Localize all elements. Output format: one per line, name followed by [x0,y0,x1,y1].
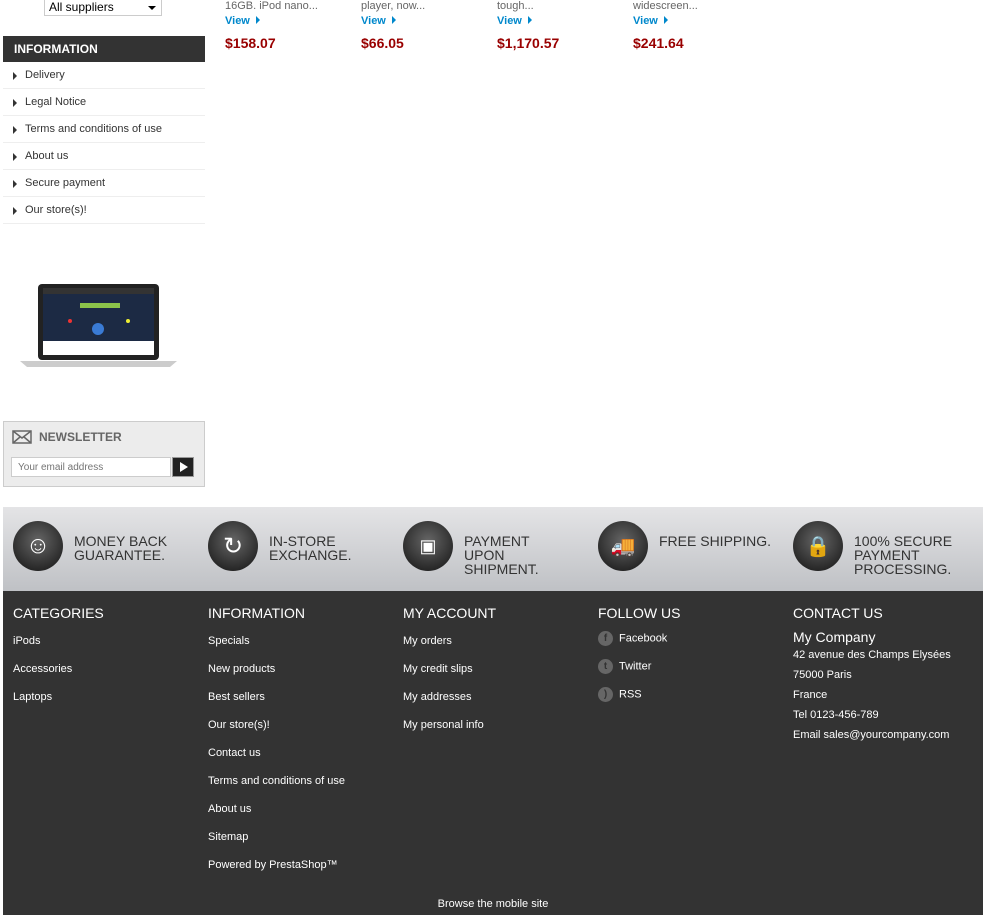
rss-icon: ) [598,687,613,702]
category-link[interactable]: Accessories [13,663,104,691]
footer-link[interactable]: Specials [208,635,345,663]
supplier-select[interactable]: All suppliers [44,0,162,16]
envelope-icon [12,430,32,444]
footer-link[interactable]: About us [208,803,345,831]
footer-link[interactable]: Terms and conditions of use [208,775,345,803]
info-link-delivery[interactable]: Delivery [3,62,205,89]
product-desc: 16GB. iPod nano... [225,0,318,12]
contact-country: France [793,689,828,701]
product-price: $1,170.57 [497,35,560,51]
contact-phone: Tel 0123-456-789 [793,709,879,721]
rss-link[interactable]: ) RSS [598,687,680,715]
reassurance-bar: ☺ MONEY BACK GUARANTEE. ↻ IN-STORE EXCHANG… [3,507,983,591]
info-link-about[interactable]: About us [3,143,205,170]
info-link-stores[interactable]: Our store(s)! [3,197,205,224]
info-link-legal[interactable]: Legal Notice [3,89,205,116]
footer-link[interactable]: Sitemap [208,831,345,859]
credit-card-icon: ▣ [403,521,453,571]
product-desc: widescreen... [633,0,698,12]
footer-link[interactable]: Our store(s)! [208,719,345,747]
footer-heading: CATEGORIES [13,605,104,621]
newsletter-email-input[interactable] [11,457,171,477]
category-link[interactable]: Laptops [13,691,104,719]
view-link[interactable]: View [497,15,627,27]
contact-city: 75000 Paris [793,669,852,681]
reassurance-item: ↻ IN-STORE EXCHANGE. [208,521,369,571]
reassurance-label: 100% SECURE PAYMENT PROCESSING. [854,533,953,577]
account-link[interactable]: My addresses [403,691,496,719]
footer-follow: FOLLOW US f Facebook t Twitter ) RSS [598,605,680,715]
footer-link[interactable]: Powered by PrestaShop™ [208,859,345,887]
info-link-terms[interactable]: Terms and conditions of use [3,116,205,143]
footer-heading: FOLLOW US [598,605,681,621]
product-desc: player, now... [361,0,426,12]
product-card: player, now... View $66.05 [361,0,491,51]
reassurance-item: ▣ PAYMENT UPON SHIPMENT. [403,521,564,576]
newsletter-title: NEWSLETTER [39,430,122,444]
mobile-site-link[interactable]: Browse the mobile site [3,898,983,910]
newsletter-block: NEWSLETTER [3,421,205,487]
reassurance-label: MONEY BACK GUARANTEE. [74,533,168,563]
product-price: $241.64 [633,35,684,51]
product-card: widescreen... View $241.64 [633,0,763,51]
product-card: tough... View $1,170.57 [497,0,627,51]
twitter-link[interactable]: t Twitter [598,659,680,687]
company-name: My Company [793,629,876,645]
reassurance-item: 🚚 FREE SHIPPING. [598,521,779,571]
footer-link[interactable]: Best sellers [208,691,345,719]
chevron-down-icon [148,6,156,10]
footer-information: INFORMATION Specials New products Best s… [208,605,345,887]
refresh-icon: ↻ [208,521,258,571]
facebook-link[interactable]: f Facebook [598,631,680,659]
reassurance-label: IN-STORE EXCHANGE. [269,533,352,563]
footer-categories: CATEGORIES iPods Accessories Laptops [13,605,104,719]
information-list: Delivery Legal Notice Terms and conditio… [3,62,205,224]
contact-address: 42 avenue des Champs Elysées [793,649,951,661]
category-link[interactable]: iPods [13,635,104,663]
account-link[interactable]: My orders [403,635,496,663]
truck-icon: 🚚 [598,521,648,571]
product-price: $66.05 [361,35,404,51]
footer-heading: INFORMATION [208,605,305,621]
view-link[interactable]: View [361,15,491,27]
twitter-icon: t [598,659,613,674]
supplier-select-value: All suppliers [49,0,114,14]
twitter-label: Twitter [619,660,652,673]
view-link[interactable]: View [225,15,355,27]
smiley-icon: ☺ [13,521,63,571]
product-price: $158.07 [225,35,276,51]
product-card: 16GB. iPod nano... View $158.07 [225,0,355,51]
footer-heading: CONTACT US [793,605,883,621]
newsletter-submit-button[interactable] [172,457,194,477]
facebook-label: Facebook [619,632,668,645]
reassurance-label: FREE SHIPPING. [659,533,772,549]
account-link[interactable]: My credit slips [403,663,496,691]
footer-heading: MY ACCOUNT [403,605,497,621]
account-link[interactable]: My personal info [403,719,496,747]
facebook-icon: f [598,631,613,646]
lock-icon: 🔒 [793,521,843,571]
rss-label: RSS [619,688,642,701]
footer-contact: CONTACT US My Company 42 avenue des Cham… [793,605,951,749]
footer-account: MY ACCOUNT My orders My credit slips My … [403,605,496,747]
reassurance-label: PAYMENT UPON SHIPMENT. [464,533,539,577]
footer: CATEGORIES iPods Accessories Laptops INF… [3,591,983,915]
footer-link[interactable]: New products [208,663,345,691]
laptop-ad-image[interactable] [20,283,177,368]
information-heading: INFORMATION [3,36,205,62]
contact-email[interactable]: Email sales@yourcompany.com [793,729,951,749]
reassurance-item: ☺ MONEY BACK GUARANTEE. [13,521,174,571]
info-link-secure-payment[interactable]: Secure payment [3,170,205,197]
reassurance-item: 🔒 100% SECURE PAYMENT PROCESSING. [793,521,954,576]
product-desc: tough... [497,0,534,12]
view-link[interactable]: View [633,15,763,27]
footer-link[interactable]: Contact us [208,747,345,775]
